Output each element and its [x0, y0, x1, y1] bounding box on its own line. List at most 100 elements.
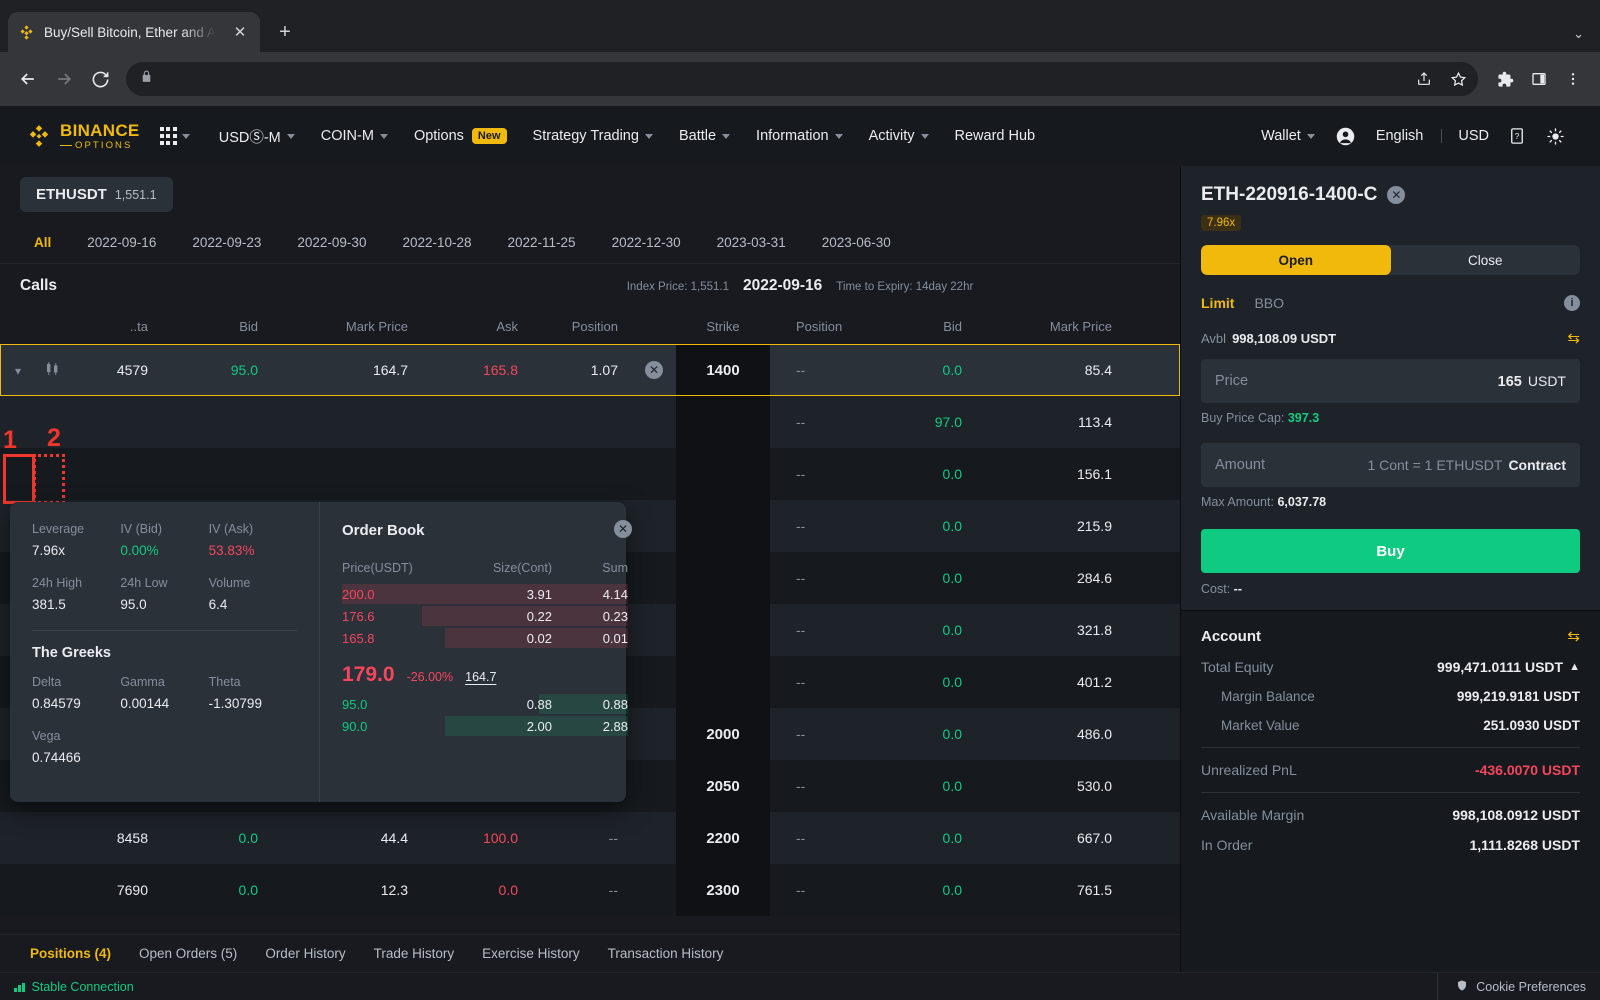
cell-clear-position[interactable]: ✕ [632, 361, 676, 379]
side-panel-icon[interactable] [1524, 64, 1554, 94]
browser-menu-icon[interactable] [1558, 64, 1588, 94]
nav-item-coin-m[interactable]: COIN-M [308, 106, 401, 166]
price-label: Price [1215, 373, 1248, 389]
price-input[interactable]: Price 165 USDT [1201, 359, 1580, 403]
th-bid[interactable]: Bid [162, 319, 272, 334]
info-icon[interactable]: i [1564, 295, 1580, 311]
nav-wallet[interactable]: Wallet [1251, 106, 1325, 166]
amount-input[interactable]: Amount 1 Cont = 1 ETHUSDT Contract [1201, 443, 1580, 487]
table-row[interactable]: ▾457995.0164.7165.81.07✕1400--0.085.40.0… [0, 344, 1180, 396]
chevron-up-icon[interactable]: ▲ [1569, 661, 1580, 673]
new-tab-button[interactable]: + [268, 15, 302, 49]
account-title: Account [1201, 628, 1261, 645]
th-strike[interactable]: Strike [676, 308, 770, 344]
back-icon[interactable] [12, 63, 44, 95]
theme-toggle-icon[interactable] [1537, 106, 1574, 166]
pair-chip-ethusdt[interactable]: ETHUSDT 1,551.1 [20, 177, 173, 212]
stat-value: 6.4 [209, 597, 297, 612]
order-entry-panel: ETH-220916-1400-C ✕ 7.96x Open Close Lim… [1180, 166, 1600, 1000]
expiry-tab-2022-09-23[interactable]: 2022-09-23 [174, 235, 279, 250]
bottom-tab-order-history[interactable]: Order History [251, 946, 359, 961]
binance-options-logo[interactable]: BINANCE OPTIONS [26, 122, 140, 151]
cell-put-position: -- [770, 570, 866, 586]
close-icon[interactable]: ✕ [614, 520, 632, 538]
cell-put-bid: 0.0 [866, 570, 976, 586]
close-icon[interactable]: ✕ [230, 22, 250, 42]
table-row[interactable]: --0.0156.10.0-0.44 [0, 448, 1180, 500]
expiry-tab-2022-11-25[interactable]: 2022-11-25 [490, 235, 594, 250]
cookie-preferences[interactable]: Cookie Preferences [1437, 973, 1586, 1000]
row-detail-popup: Leverage7.96xIV (Bid)0.00%IV (Ask)53.83%… [10, 502, 626, 802]
open-tab[interactable]: Open [1201, 245, 1391, 275]
browser-tabstrip: Buy/Sell Bitcoin, Ether and Altc ✕ + ⌄ [0, 0, 1600, 52]
close-icon[interactable]: ✕ [1387, 186, 1405, 204]
order-book-ask-row[interactable]: 200.03.914.14 [342, 583, 628, 605]
th-put-bid[interactable]: Bid [866, 319, 976, 334]
close-icon[interactable]: ✕ [645, 361, 663, 379]
nav-item-label: Options [414, 128, 464, 144]
account-value: -436.0070 USDT [1475, 762, 1580, 778]
th-put-position[interactable]: Position [770, 319, 866, 334]
th-put-mark-price[interactable]: Mark Price [976, 319, 1126, 334]
marker-label-1: 1 [3, 426, 17, 455]
browser-tab-title: Buy/Sell Bitcoin, Ether and Altc [44, 25, 221, 40]
address-bar[interactable] [126, 62, 1478, 96]
bookmark-star-icon[interactable] [1444, 65, 1472, 93]
nav-item-activity[interactable]: Activity [856, 106, 942, 166]
share-icon[interactable] [1410, 65, 1438, 93]
order-type-limit[interactable]: Limit [1201, 295, 1234, 311]
table-row[interactable]: 76900.012.30.0--2300--0.0761.50.0-0.92 [0, 864, 1180, 916]
row-chart-toggle[interactable] [36, 361, 70, 379]
th-ask[interactable]: Ask [422, 319, 532, 334]
nav-item-options[interactable]: OptionsNew [401, 106, 520, 166]
expiry-tab-2022-09-16[interactable]: 2022-09-16 [69, 235, 174, 250]
expiry-tab-2022-10-28[interactable]: 2022-10-28 [384, 235, 489, 250]
cell-mark-price: 44.4 [272, 830, 422, 846]
th-mark-price[interactable]: Mark Price [272, 319, 422, 334]
bottom-tab-trade-history[interactable]: Trade History [360, 946, 469, 961]
order-book-bid-row[interactable]: 95.00.880.88 [342, 693, 628, 715]
nav-item-information[interactable]: Information [743, 106, 856, 166]
buy-button[interactable]: Buy [1201, 529, 1580, 573]
transfer-icon[interactable]: ⇆ [1567, 329, 1580, 347]
cell-put-bid: 0.0 [866, 830, 976, 846]
chevron-down-icon[interactable]: ⌄ [1573, 26, 1584, 42]
profile-icon[interactable] [1327, 106, 1364, 166]
row-expand-toggle[interactable]: ▾ [0, 362, 36, 378]
bottom-tab-open-orders-5[interactable]: Open Orders (5) [125, 946, 251, 961]
table-row[interactable]: 84580.044.4100.0--2200--0.0667.00.0-0.89 [0, 812, 1180, 864]
browser-tab[interactable]: Buy/Sell Bitcoin, Ether and Altc ✕ [8, 12, 260, 52]
transfer-icon[interactable]: ⇆ [1567, 627, 1580, 645]
expiry-tab-2022-12-30[interactable]: 2022-12-30 [594, 235, 699, 250]
order-book-ask-row[interactable]: 165.80.020.01 [342, 627, 628, 649]
nav-item-label: Information [756, 128, 829, 144]
th-delta[interactable]: ..ta [70, 319, 162, 334]
close-tab[interactable]: Close [1391, 245, 1581, 275]
extensions-icon[interactable] [1490, 64, 1520, 94]
nav-item-reward-hub[interactable]: Reward Hub [942, 106, 1049, 166]
expiry-tab-all[interactable]: All [16, 235, 69, 250]
bottom-tab-exercise-history[interactable]: Exercise History [468, 946, 594, 961]
help-icon[interactable]: ? [1499, 106, 1535, 166]
reload-icon[interactable] [84, 63, 116, 95]
app-grid-menu[interactable] [160, 127, 190, 144]
order-type-bbo[interactable]: BBO [1254, 295, 1284, 311]
expiry-tab-2023-06-30[interactable]: 2023-06-30 [804, 235, 909, 250]
nav-item-battle[interactable]: Battle [666, 106, 743, 166]
expiry-tab-2022-09-30[interactable]: 2022-09-30 [279, 235, 384, 250]
expiry-tab-2023-03-31[interactable]: 2023-03-31 [699, 235, 804, 250]
nav-wallet-label: Wallet [1261, 128, 1301, 144]
table-row[interactable]: --97.0113.40.0-0.39 [0, 396, 1180, 448]
stat-item: Gamma0.00144 [120, 675, 208, 711]
bottom-tab-positions-4[interactable]: Positions (4) [16, 946, 125, 961]
nav-language[interactable]: English [1366, 106, 1434, 166]
nav-item-usd-m[interactable]: USDⓈ-M [206, 106, 308, 166]
cell-put-bid: 0.0 [866, 674, 976, 690]
order-book-bid-row[interactable]: 90.02.002.88 [342, 715, 628, 737]
nav-item-strategy-trading[interactable]: Strategy Trading [520, 106, 666, 166]
order-book-ask-row[interactable]: 176.60.220.23 [342, 605, 628, 627]
bottom-tab-transaction-history[interactable]: Transaction History [594, 946, 738, 961]
nav-currency[interactable]: USD [1450, 106, 1497, 166]
th-position[interactable]: Position [532, 319, 632, 334]
account-row: Unrealized PnL-436.0070 USDT [1201, 762, 1580, 778]
